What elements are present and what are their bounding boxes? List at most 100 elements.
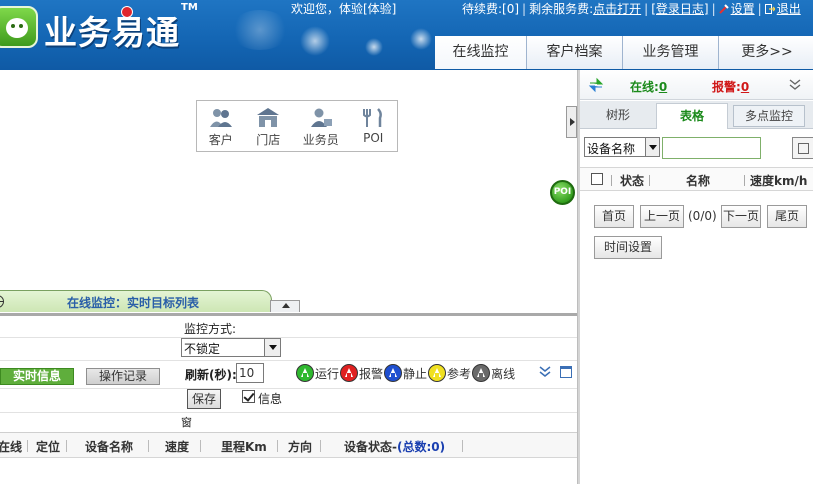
legend-offline: 离线 <box>472 364 515 382</box>
select-all-checkbox[interactable] <box>591 173 603 185</box>
panel-tab-realtime-targets[interactable]: 在线监控：实时目标列表 <box>0 290 272 312</box>
collapse-right-panel-button[interactable] <box>566 106 577 138</box>
poi-icon <box>363 108 383 127</box>
refresh-interval-input[interactable]: 10 <box>236 363 264 383</box>
col-speed-kmh[interactable]: 速度km/h <box>750 172 807 189</box>
info-checkbox[interactable] <box>242 390 255 403</box>
legend-running-label: 运行 <box>315 366 340 381</box>
col-direction[interactable]: 方向 <box>288 438 312 455</box>
maximize-window-icon[interactable] <box>560 366 572 378</box>
refresh-icon[interactable] <box>588 77 604 93</box>
col-separator <box>148 440 149 452</box>
device-status-label: 设备状态- <box>344 440 397 454</box>
welcome-text: 欢迎您，体验[体验] <box>291 2 397 16</box>
device-grid-header: 状态 名称 速度km/h <box>580 167 813 191</box>
tab-tree[interactable]: 树形 <box>580 103 656 129</box>
double-chevron-down-icon[interactable] <box>788 78 802 92</box>
remaining-link[interactable]: 点击打开 <box>593 2 641 16</box>
nav-tab-more[interactable]: 更多>> <box>719 36 813 69</box>
toolbar-customer-button[interactable]: 客户 <box>208 107 234 151</box>
device-list-panel: 在线:0 报警:0 树形 表格 多点监控 设备名称 状态 名称 速度km/h 首… <box>580 70 813 484</box>
legend-alarm-label: 报警 <box>359 366 384 381</box>
alarm-count-link[interactable]: 0 <box>741 80 749 94</box>
remaining-label: 剩余服务费: <box>529 2 594 16</box>
toolbar-store-label: 门店 <box>256 133 281 147</box>
monitor-panel: 实时信息 操作记录 监控方式: 不锁定 刷新(秒): 10 运行 报警 静止 参… <box>0 316 577 484</box>
tab-table[interactable]: 表格 <box>656 103 728 129</box>
toolbar-salesman-label: 业务员 <box>302 133 339 147</box>
search-field-select[interactable]: 设备名称 <box>584 137 660 157</box>
panel-row-line <box>0 337 577 338</box>
col-speed[interactable]: 速度 <box>165 438 189 455</box>
double-chevron-down-icon[interactable] <box>538 365 552 379</box>
toolbar-customer-label: 客户 <box>208 133 233 147</box>
legend-alarm: 报警 <box>340 364 383 382</box>
settings-icon <box>718 4 729 14</box>
toolbar-poi-button[interactable]: POI <box>360 107 386 151</box>
col-device-name[interactable]: 设备名称 <box>85 438 133 455</box>
info-checkbox-label: 信息 <box>258 392 283 406</box>
legend-stationary: 静止 <box>384 364 427 382</box>
main-nav: 在线监控 客户档案 业务管理 更多>> <box>435 36 813 69</box>
login-log-link[interactable]: [登录日志] <box>651 2 708 16</box>
col-separator <box>277 440 278 452</box>
header-glow <box>410 28 432 50</box>
status-legend: 运行 报警 静止 参考 离线 <box>296 364 516 382</box>
save-button[interactable]: 保存 <box>187 389 221 409</box>
col-online[interactable]: 在线 <box>0 438 22 455</box>
monitor-mode-select[interactable]: 不锁定 <box>181 338 281 357</box>
legend-running: 运行 <box>296 364 339 382</box>
device-search-input[interactable] <box>662 137 761 159</box>
col-mileage[interactable]: 里程Km <box>221 438 267 455</box>
col-separator <box>200 440 201 452</box>
col-device-status[interactable]: 设备状态-(总数:0) <box>344 438 445 455</box>
toolbar-salesman-button[interactable]: 业务员 <box>303 107 339 151</box>
device-view-tabs: 树形 表格 多点监控 <box>580 101 813 129</box>
search-options-button[interactable] <box>792 137 813 159</box>
operation-log-button[interactable]: 操作记录 <box>86 368 160 385</box>
pager-first-button[interactable]: 首页 <box>594 205 634 228</box>
nav-tab-online-monitor[interactable]: 在线监控 <box>435 36 527 69</box>
nav-tab-customer-records[interactable]: 客户档案 <box>527 36 623 69</box>
online-count-link[interactable]: 0 <box>659 80 667 94</box>
panel-expand-button[interactable] <box>270 300 300 312</box>
logout-link[interactable]: 退出 <box>777 2 801 16</box>
device-total-count: (总数:0) <box>396 440 446 454</box>
realtime-info-button[interactable]: 实时信息 <box>0 368 74 385</box>
pager-next-button[interactable]: 下一页 <box>721 205 761 228</box>
store-icon <box>257 108 280 127</box>
refresh-label: 刷新(秒): <box>185 368 237 382</box>
logo-dot <box>121 6 133 18</box>
legend-reference-label: 参考 <box>447 366 472 381</box>
header-glow <box>365 38 383 56</box>
time-settings-button[interactable]: 时间设置 <box>594 236 662 259</box>
salesman-icon <box>310 108 332 127</box>
col-separator <box>462 440 463 452</box>
col-separator <box>320 440 321 452</box>
toolbar-store-button[interactable]: 门店 <box>255 107 281 151</box>
target-grid-header: 在线 定位 设备名称 速度 里程Km 方向 设备状态-(总数:0) <box>0 432 577 458</box>
pager-prev-button[interactable]: 上一页 <box>640 205 684 228</box>
col-name[interactable]: 名称 <box>686 172 710 189</box>
tab-multi-monitor[interactable]: 多点监控 <box>733 105 805 127</box>
reference-status-icon <box>428 364 447 382</box>
pager-last-button[interactable]: 尾页 <box>767 205 807 228</box>
poi-toggle-button[interactable]: POI <box>550 180 575 205</box>
pager-info: (0/0) <box>688 209 717 223</box>
settings-link[interactable]: 设置 <box>731 2 755 16</box>
top-links: 待续费:[0] | 剩余服务费:点击打开 | [登录日志] | 设置 | 退出 <box>462 2 801 16</box>
header-glow <box>300 26 330 56</box>
nav-tab-business-management[interactable]: 业务管理 <box>623 36 719 69</box>
running-status-icon <box>296 364 314 382</box>
alarm-count: 报警:0 <box>712 78 749 95</box>
logo-mascot-icon <box>0 6 38 48</box>
col-status[interactable]: 状态 <box>620 172 644 189</box>
monitor-mode-label: 监控方式: <box>184 322 237 336</box>
app-header: 业务易通 TM 欢迎您，体验[体验] 待续费:[0] | 剩余服务费:点击打开 | [登… <box>0 0 813 70</box>
header-glow <box>230 10 290 50</box>
col-location[interactable]: 定位 <box>36 438 60 455</box>
online-label: 在线: <box>630 80 659 94</box>
map-toolbar: 客户 门店 业务员 POI <box>196 100 398 152</box>
legend-reference: 参考 <box>428 364 471 382</box>
globe-icon <box>0 295 4 308</box>
